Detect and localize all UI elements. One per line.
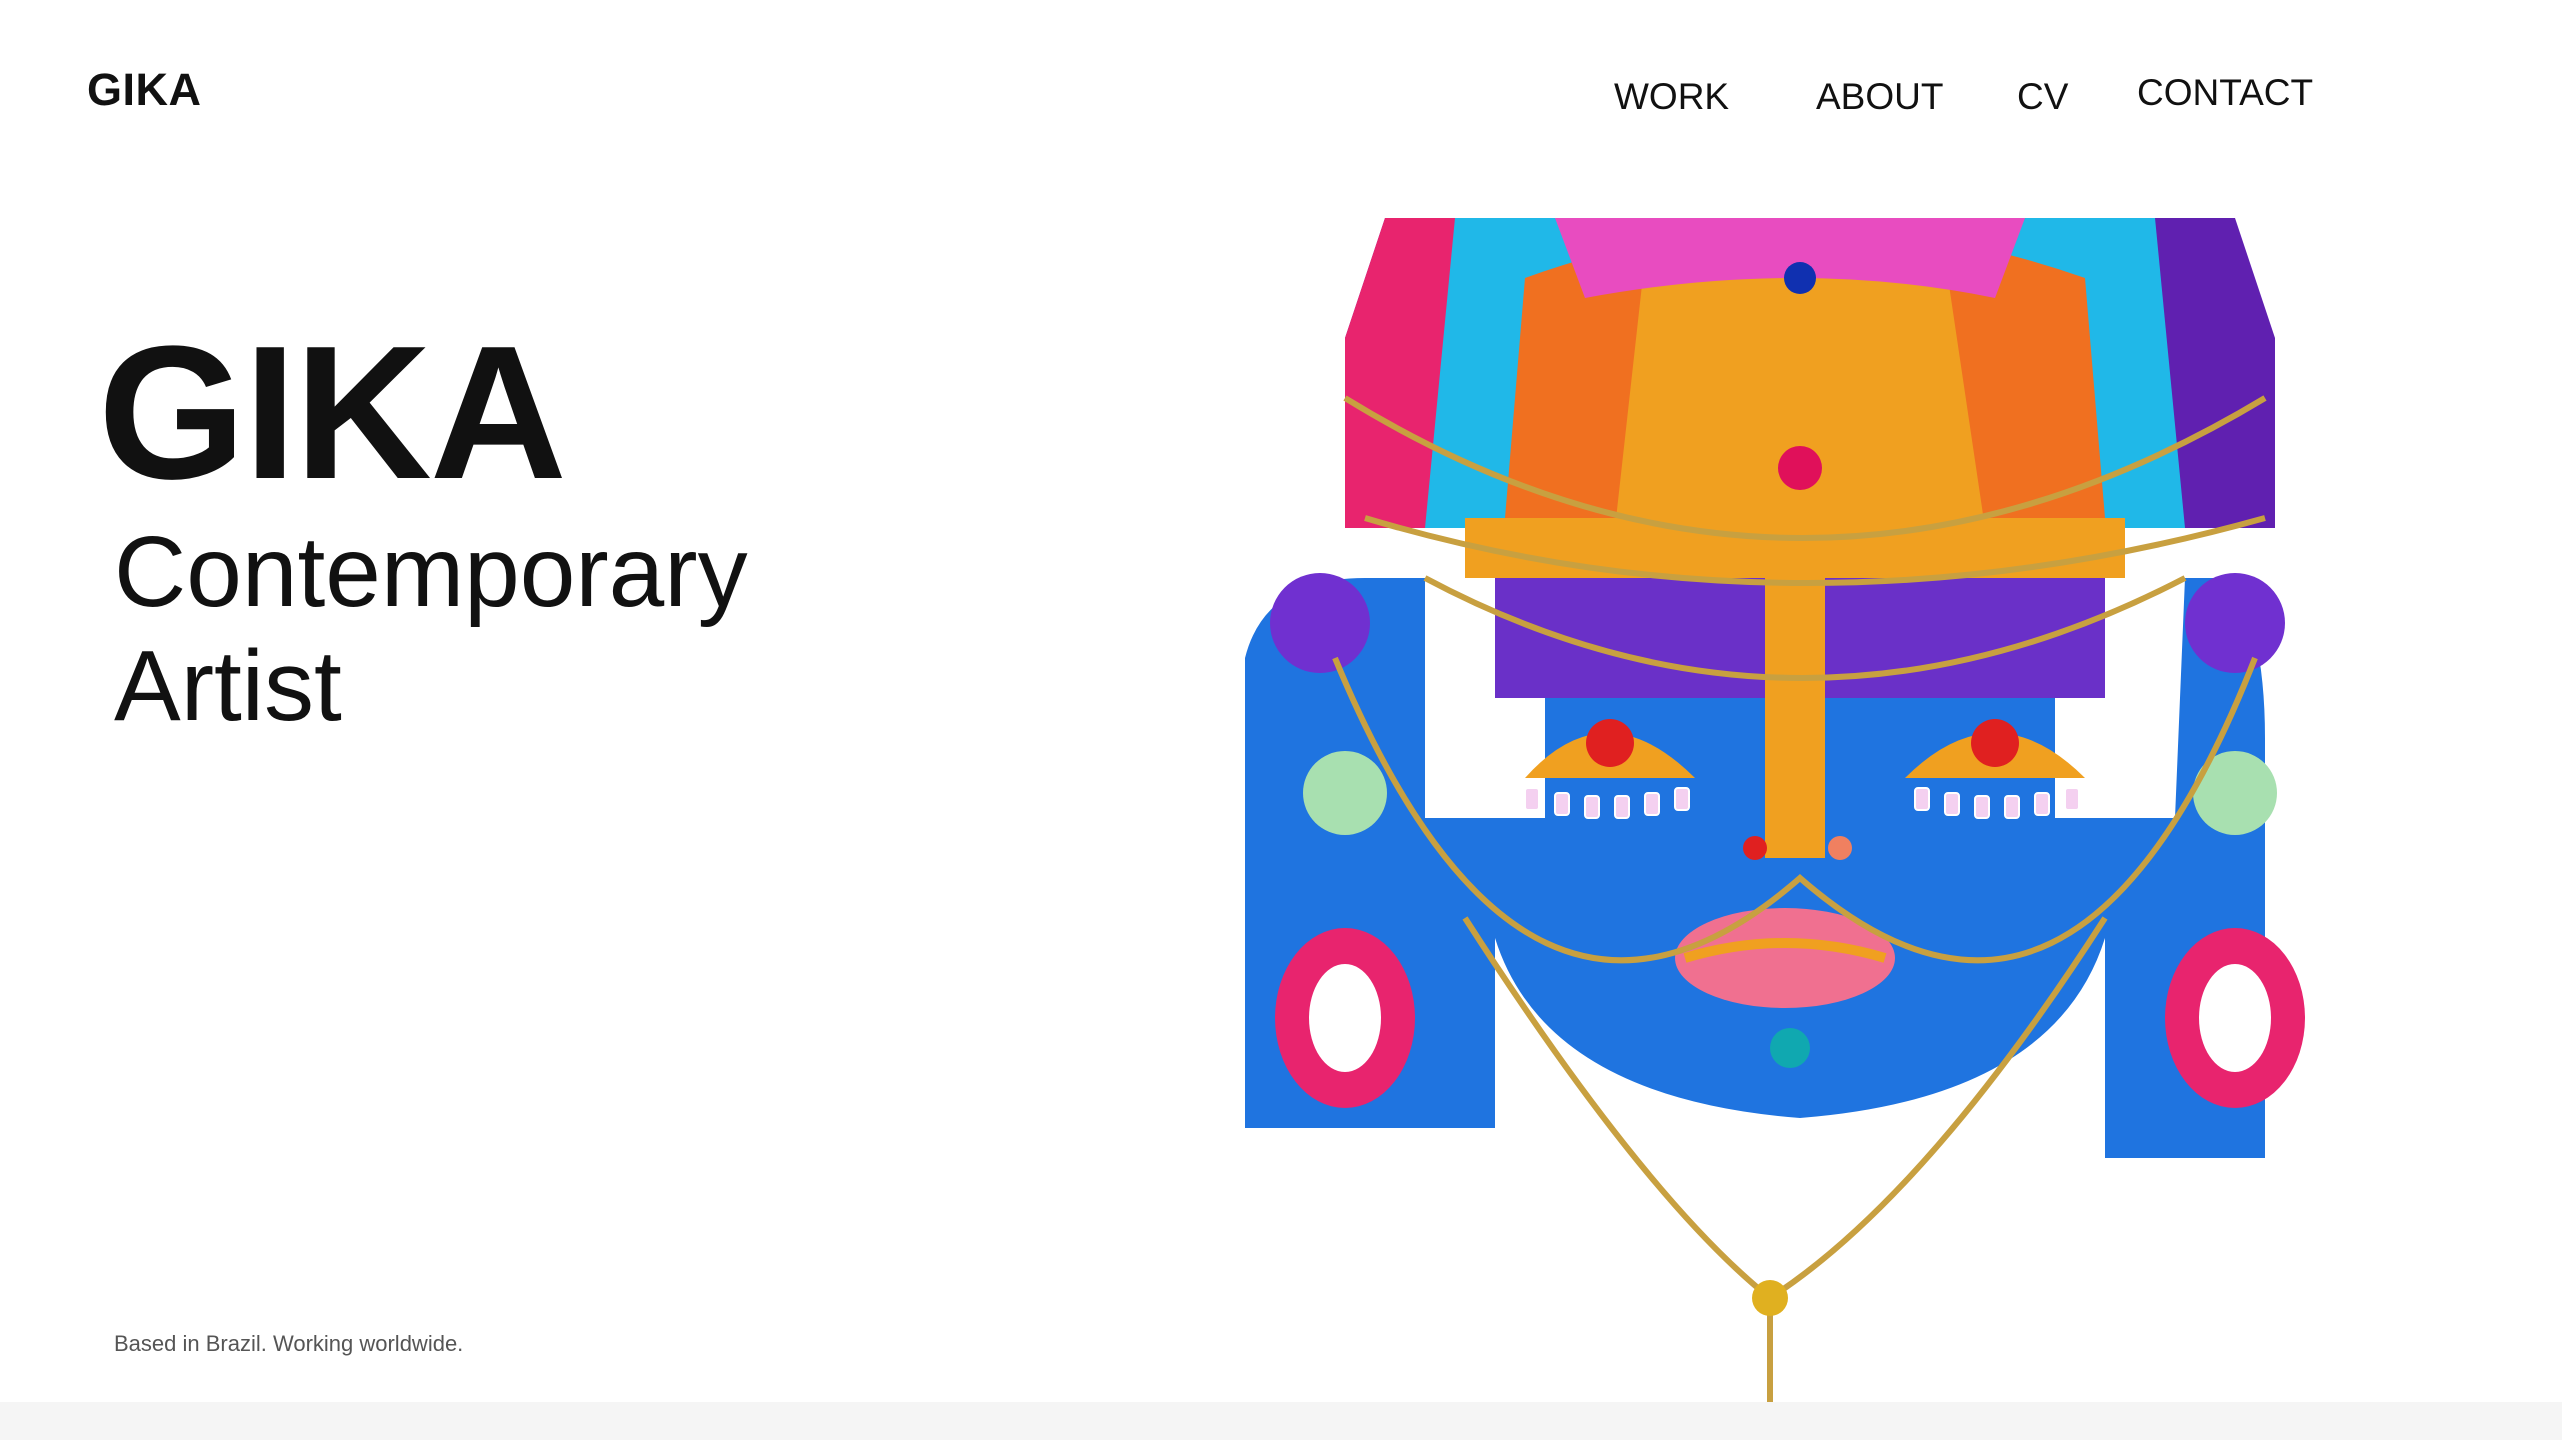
hero-subtitle-line-2: Artist — [114, 630, 342, 742]
footer-location-note: Based in Brazil. Working worldwide. — [114, 1331, 464, 1356]
hero-subtitle-line-1: Contemporary — [114, 516, 748, 628]
bottom-bar — [0, 1402, 2562, 1440]
hero-subtitle: Contemporary Artist — [114, 515, 748, 743]
nav-link-work[interactable]: WORK — [1614, 76, 1729, 118]
nav-link-about[interactable]: ABOUT — [1816, 76, 1943, 118]
main-nav: WORK ABOUT CV CONTACT — [0, 72, 2562, 132]
page: GIKA WORK ABOUT CV CONTACT GIKA Contempo… — [0, 0, 2562, 1440]
hero-title: GIKA — [98, 307, 567, 519]
nav-link-contact[interactable]: CONTACT — [2137, 72, 2313, 114]
nav-link-cv[interactable]: CV — [2017, 76, 2068, 118]
mask-artwork-image — [1225, 218, 2375, 1402]
